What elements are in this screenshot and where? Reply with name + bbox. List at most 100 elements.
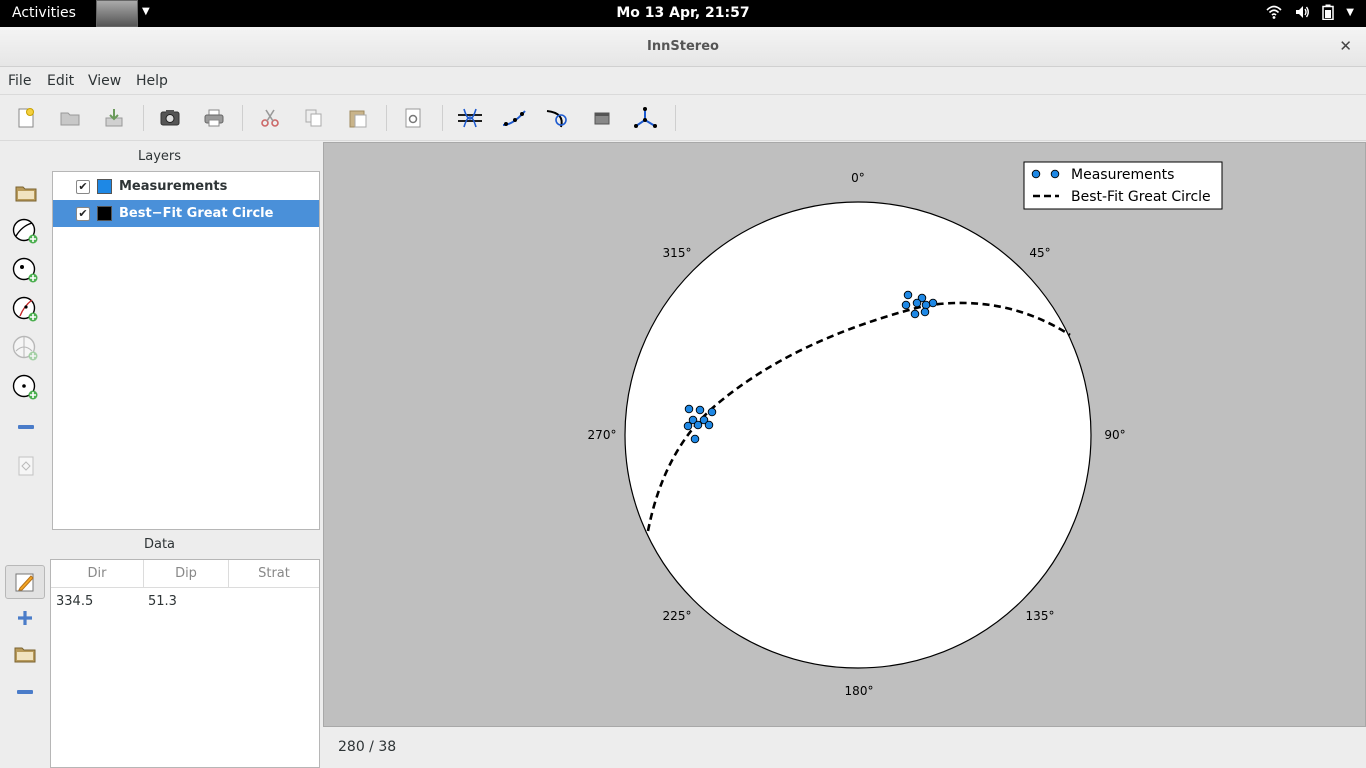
save-button[interactable] [101,105,127,131]
plus-icon [18,611,32,625]
toolbar-separator [143,105,144,131]
add-row-button[interactable] [11,604,39,632]
export-image-button[interactable] [157,105,183,131]
layer-visibility-checkbox[interactable]: ✔ [76,206,90,221]
open-folder-icon [60,112,80,126]
data-table[interactable]: Dir Dip Strat 334.5 51.3 [50,559,320,768]
layer-row-best-fit-great-circle[interactable]: ✔ Best−Fit Great Circle [53,200,319,227]
add-plane-layer-button[interactable] [12,218,40,246]
new-file-button[interactable] [13,105,39,131]
layer-properties-button[interactable] [589,105,615,131]
add-smallcircle-layer-button[interactable] [12,335,40,363]
paste-icon [349,110,367,128]
wifi-icon[interactable] [1266,4,1282,20]
column-header-strat[interactable]: Strat [229,566,319,581]
rotation-icon [546,110,567,128]
cut-button[interactable] [257,105,283,131]
app-window: InnStereo ✕ File Edit View Help Layers ✔… [0,27,1366,768]
stereonet-canvas[interactable]: 0° 45° 90° 135° 180° 225° 270° 315° Meas… [323,142,1366,727]
measurement-point [684,404,694,414]
menu-help[interactable]: Help [136,73,168,89]
layer-properties-side-button[interactable] [12,452,40,480]
window-icon [594,112,610,125]
new-file-icon [18,108,34,128]
document-settings-icon [405,108,421,128]
add-line-layer-button[interactable] [12,257,40,285]
menu-edit[interactable]: Edit [47,73,74,89]
edit-data-button[interactable] [5,565,45,599]
column-header-dip[interactable]: Dip [144,566,228,581]
paste-button[interactable] [345,105,371,131]
schmidt-net-icon [458,108,482,128]
measurement-point [920,307,930,317]
layer-color-swatch[interactable] [97,206,112,221]
add-faultplane-layer-button[interactable] [12,296,40,324]
battery-icon[interactable] [1322,4,1335,20]
layers-tree[interactable]: ✔ Measurements ✔ Best−Fit Great Circle [52,171,320,530]
legend-marker-measurements [1050,169,1060,179]
stereonet-plot[interactable]: 0° 45° 90° 135° 180° 225° 270° 315° Meas… [324,143,1365,726]
axes-icon [634,107,657,128]
menu-file[interactable]: File [8,73,31,89]
layer-color-swatch[interactable] [97,179,112,194]
axes-button[interactable] [633,105,659,131]
folder-icon [15,186,37,202]
close-window-button[interactable]: ✕ [1339,37,1352,55]
scissors-icon [261,109,279,127]
toolbar-separator [442,105,443,131]
direction-label-45: 45° [1029,246,1050,260]
toolbar-separator [675,105,676,131]
add-smallcircle-icon [12,335,38,361]
clock[interactable]: Mo 13 Apr, 21:57 [0,5,1366,21]
direction-label-90: 90° [1104,428,1125,442]
open-file-button[interactable] [57,105,83,131]
toolbar-separator [386,105,387,131]
system-tray[interactable]: ▼ [1266,4,1354,20]
layer-row-measurements[interactable]: ✔ Measurements [53,173,319,200]
toggle-projection-button[interactable] [457,105,483,131]
print-button[interactable] [201,105,227,131]
title-bar[interactable]: InnStereo ✕ [0,27,1366,67]
cell-dir[interactable]: 334.5 [56,594,93,609]
legend-marker-measurements [1031,169,1041,179]
remove-row-button[interactable] [11,678,39,706]
table-row[interactable]: 334.5 51.3 [51,589,319,615]
menu-view[interactable]: View [88,73,121,89]
cursor-position-readout: 280 / 38 [338,739,397,755]
import-data-button[interactable] [11,640,39,668]
menu-bar: File Edit View Help [0,67,1366,95]
column-header-dir[interactable]: Dir [51,566,143,581]
layer-visibility-checkbox[interactable]: ✔ [76,179,90,194]
add-line-icon [12,257,38,283]
direction-label-270: 270° [588,428,617,442]
measurement-point [683,421,693,431]
camera-icon [160,110,180,126]
volume-icon[interactable] [1294,4,1310,20]
system-menu-arrow-icon[interactable]: ▼ [1346,4,1354,20]
legend-label-great-circle: Best-Fit Great Circle [1071,189,1211,205]
rotate-button[interactable] [545,105,571,131]
copy-button[interactable] [301,105,327,131]
layers-title: Layers [137,149,182,164]
draw-line-button[interactable] [501,105,527,131]
direction-label-180: 180° [845,684,874,698]
save-icon [105,109,123,127]
direction-label-0: 0° [851,171,865,185]
legend-label-measurements: Measurements [1071,167,1174,183]
add-faultplane-icon [12,296,38,322]
add-layer-folder-button[interactable] [12,179,40,207]
toolbar [0,95,1366,141]
layer-label: Measurements [119,179,228,194]
add-eigenvector-layer-button[interactable] [12,374,40,402]
measurement-point [695,405,705,415]
cell-dip[interactable]: 51.3 [148,594,177,609]
line-plot-icon [502,110,526,126]
settings-button[interactable] [400,105,426,131]
direction-label-225: 225° [663,609,692,623]
minus-icon [17,690,33,694]
printer-icon [204,109,224,127]
measurement-point [690,434,700,444]
measurement-point [707,407,717,417]
measurement-point [901,300,911,310]
remove-layer-button[interactable] [12,413,40,441]
